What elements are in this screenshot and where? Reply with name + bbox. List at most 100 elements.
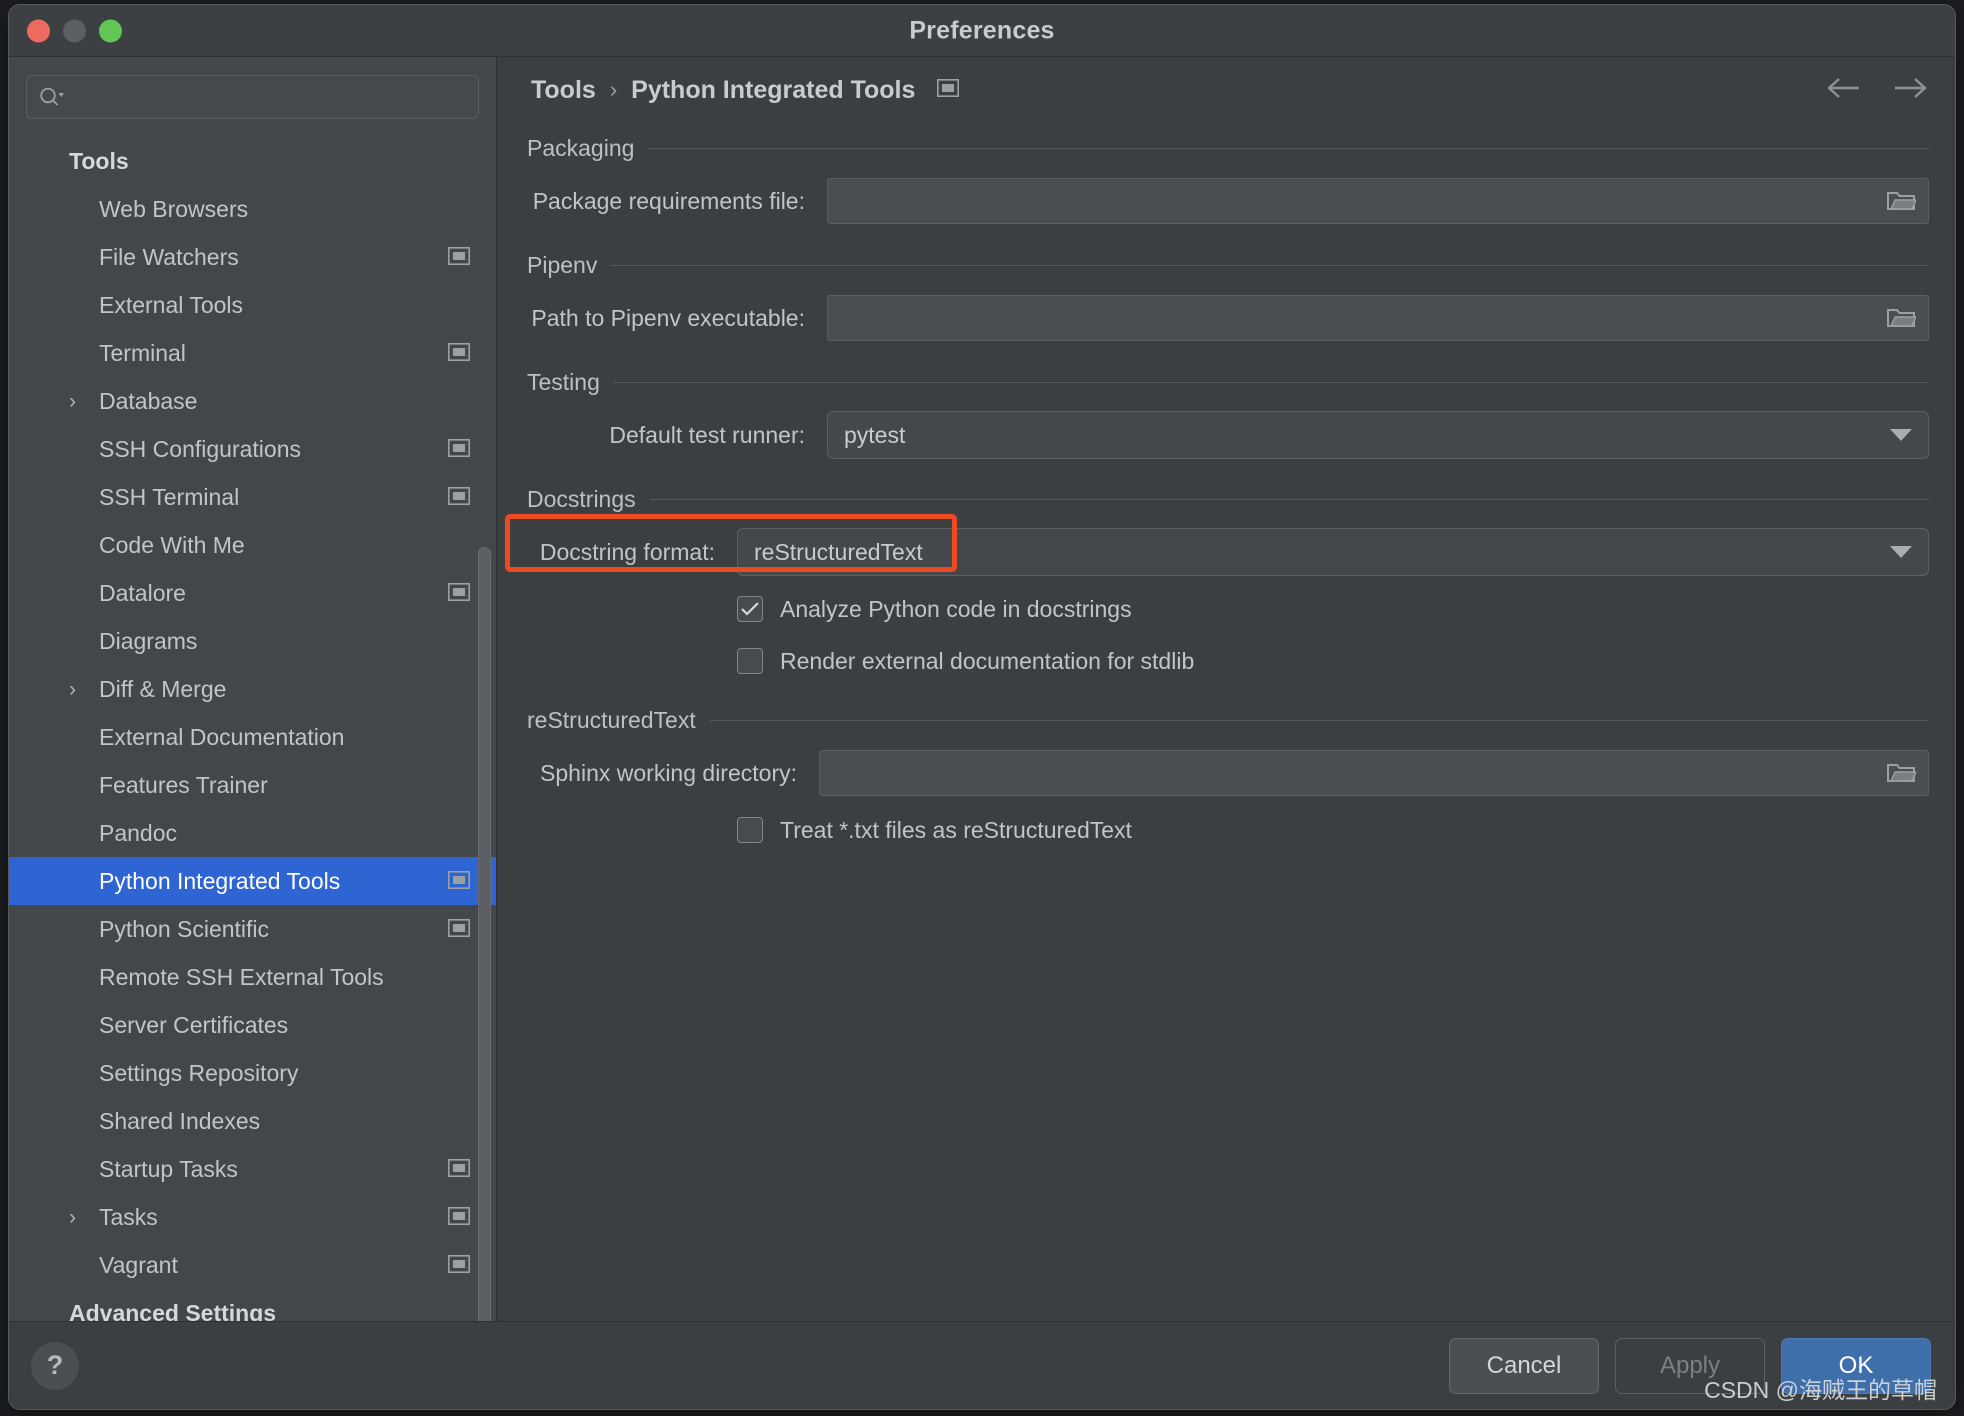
section-divider [611,265,1929,266]
sidebar-item-label: Advanced Settings [69,1300,470,1322]
sidebar-item-python-scientific[interactable]: Python Scientific [9,905,496,953]
docstring-format-row: Docstring format: reStructuredText [527,521,1929,583]
sidebar-item-advanced-settings[interactable]: Advanced Settings [9,1289,496,1321]
treat-txt-as-rst-row[interactable]: Treat *.txt files as reStructuredText [527,804,1929,856]
sidebar-item-file-watchers[interactable]: File Watchers [9,233,496,281]
settings-tree[interactable]: Tools Web BrowsersFile Watchers External T… [9,129,496,1321]
sidebar-item-label: Code With Me [99,532,470,559]
sidebar-item-label: Tasks [99,1204,448,1231]
project-scope-icon [448,1252,470,1279]
sidebar-item-python-integrated-tools[interactable]: Python Integrated Tools [9,857,496,905]
analyze-python-code-checkbox[interactable] [737,596,763,622]
sidebar-item-label: Server Certificates [99,1012,470,1039]
analyze-python-code-row[interactable]: Analyze Python code in docstrings [527,583,1929,635]
sphinx-working-directory-field[interactable] [819,750,1929,796]
package-requirements-field[interactable] [827,178,1929,224]
render-external-docs-row[interactable]: Render external documentation for stdlib [527,635,1929,687]
sidebar-item-tools[interactable]: Tools [9,137,496,185]
sidebar-item-label: Startup Tasks [99,1156,448,1183]
package-requirements-label: Package requirements file: [527,188,827,215]
sidebar-item-ssh-configurations[interactable]: SSH Configurations [9,425,496,473]
sidebar-item-label: Diff & Merge [99,676,470,703]
sidebar-item-diagrams[interactable]: Diagrams [9,617,496,665]
sidebar-item-ssh-terminal[interactable]: SSH Terminal [9,473,496,521]
sidebar-item-web-browsers[interactable]: Web Browsers [9,185,496,233]
navigation-arrows [1825,76,1929,105]
project-scope-icon [448,340,470,367]
search-box[interactable] [26,75,479,119]
title-bar: Preferences [9,5,1955,57]
section-divider [614,382,1929,383]
project-scope-icon [448,484,470,511]
pipenv-path-label: Path to Pipenv executable: [527,305,827,332]
project-scope-icon [937,79,959,102]
cancel-button[interactable]: Cancel [1449,1338,1599,1394]
sidebar-item-external-documentation[interactable]: External Documentation [9,713,496,761]
section-title: Pipenv [527,252,597,279]
sidebar-item-label: SSH Terminal [99,484,448,511]
section-testing-header: Testing [527,369,1929,396]
sidebar-item-label: Tools [69,148,470,175]
pipenv-path-field[interactable] [827,295,1929,341]
breadcrumb-root[interactable]: Tools [531,76,596,105]
expand-chevron-icon[interactable]: › [69,679,76,700]
sidebar-item-code-with-me[interactable]: Code With Me [9,521,496,569]
project-scope-icon [448,580,470,607]
search-container [9,57,496,129]
sidebar-item-settings-repository[interactable]: Settings Repository [9,1049,496,1097]
section-divider [710,720,1929,721]
sidebar-item-label: Shared Indexes [99,1108,470,1135]
docstring-format-value: reStructuredText [754,539,1890,566]
settings-main-panel: Tools › Python Integrated Tools [497,57,1955,1321]
help-button[interactable]: ? [31,1342,79,1390]
sidebar-item-diff-merge[interactable]: › Diff & Merge [9,665,496,713]
sidebar-item-server-certificates[interactable]: Server Certificates [9,1001,496,1049]
project-scope-icon [448,244,470,271]
sidebar-item-pandoc[interactable]: Pandoc [9,809,496,857]
sidebar-item-datalore[interactable]: Datalore [9,569,496,617]
sidebar-item-label: External Tools [99,292,470,319]
docstring-format-label: Docstring format: [527,539,737,566]
default-test-runner-row: Default test runner: pytest [527,404,1929,466]
sidebar-item-database[interactable]: ›Database [9,377,496,425]
expand-chevron-icon[interactable]: › [69,1207,76,1228]
default-test-runner-dropdown[interactable]: pytest [827,411,1929,459]
default-test-runner-label: Default test runner: [527,422,827,449]
docstring-format-dropdown[interactable]: reStructuredText [737,528,1929,576]
window-body: Tools Web BrowsersFile Watchers External T… [9,57,1955,1321]
sidebar-item-remote-ssh-external-tools[interactable]: Remote SSH External Tools [9,953,496,1001]
chevron-down-icon [1890,429,1912,441]
sidebar-item-terminal[interactable]: Terminal [9,329,496,377]
project-scope-icon [448,436,470,463]
forward-arrow-icon[interactable] [1891,76,1929,105]
section-title: Docstrings [527,486,636,513]
expand-chevron-icon[interactable]: › [69,391,76,412]
folder-icon[interactable] [1882,299,1920,337]
sidebar-item-external-tools[interactable]: External Tools [9,281,496,329]
sidebar-item-shared-indexes[interactable]: Shared Indexes [9,1097,496,1145]
analyze-python-code-label: Analyze Python code in docstrings [780,596,1132,623]
sidebar-item-tasks[interactable]: › Tasks [9,1193,496,1241]
watermark: CSDN @海贼王的草帽 [1704,1371,1937,1405]
sidebar-item-label: Python Scientific [99,916,448,943]
treat-txt-as-rst-checkbox[interactable] [737,817,763,843]
search-input[interactable] [69,86,466,108]
project-scope-icon [448,868,470,895]
folder-icon[interactable] [1882,754,1920,792]
settings-content: Packaging Package requirements file: [497,123,1955,1321]
sidebar-item-label: Settings Repository [99,1060,470,1087]
project-scope-icon [448,916,470,943]
sphinx-working-directory-row: Sphinx working directory: [527,742,1929,804]
search-icon [39,86,65,108]
section-packaging-header: Packaging [527,135,1929,162]
sidebar-item-label: Remote SSH External Tools [99,964,470,991]
render-external-docs-checkbox[interactable] [737,648,763,674]
sidebar-item-vagrant[interactable]: Vagrant [9,1241,496,1289]
back-arrow-icon[interactable] [1825,76,1863,105]
folder-icon[interactable] [1882,182,1920,220]
sidebar-item-label: SSH Configurations [99,436,448,463]
sidebar-item-startup-tasks[interactable]: Startup Tasks [9,1145,496,1193]
sidebar-scrollbar[interactable] [478,547,491,1347]
breadcrumb-separator: › [610,77,617,103]
sidebar-item-features-trainer[interactable]: Features Trainer [9,761,496,809]
